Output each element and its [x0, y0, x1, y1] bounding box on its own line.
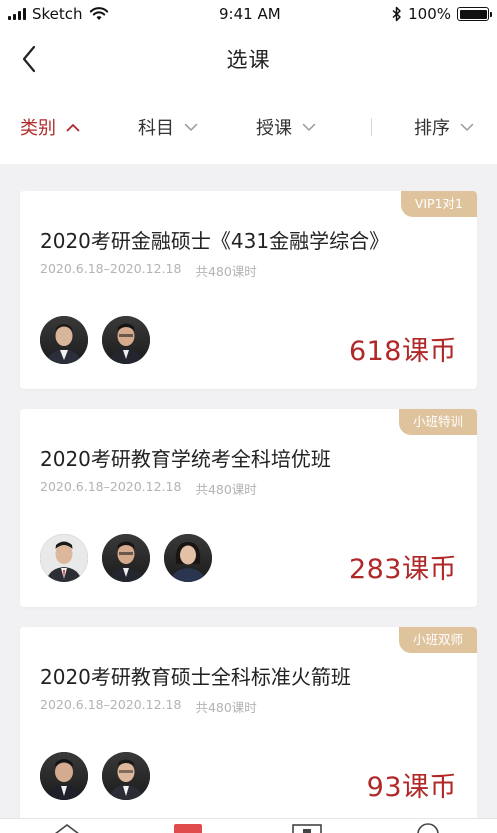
course-tag: 小班特训: [398, 409, 477, 435]
teacher-avatars: [40, 316, 150, 364]
course-card[interactable]: 小班双师 2020考研教育硕士全科标准火箭班 2020.6.18–2020.12…: [20, 627, 477, 825]
filter-label: 授课: [256, 118, 292, 139]
course-hours: 共480课时: [195, 700, 257, 715]
course-dates: 2020.6.18–2020.12.18: [40, 261, 182, 276]
course-meta: 2020.6.18–2020.12.18 共480课时: [40, 697, 257, 716]
filter-sort[interactable]: 排序: [414, 90, 474, 164]
nav-bar: 选课: [0, 28, 497, 90]
course-price: 283课币: [348, 554, 457, 585]
carrier-label: Sketch: [32, 5, 83, 23]
teacher-avatar[interactable]: [40, 752, 88, 800]
teacher-avatar[interactable]: [102, 316, 150, 364]
filter-label: 排序: [414, 118, 450, 139]
filter-divider: [371, 118, 372, 136]
course-hours: 共480课时: [195, 264, 257, 279]
course-meta: 2020.6.18–2020.12.18 共480课时: [40, 479, 257, 498]
course-title: 2020考研教育硕士全科标准火箭班: [40, 665, 351, 689]
study-icon[interactable]: [292, 824, 322, 833]
course-dates: 2020.6.18–2020.12.18: [40, 697, 182, 712]
signal-icon: [8, 8, 26, 20]
bluetooth-icon: [392, 6, 401, 22]
course-title: 2020考研教育学统考全科培优班: [40, 447, 331, 471]
filter-teaching[interactable]: 授课: [256, 90, 316, 164]
chevron-down-icon: [302, 123, 316, 131]
course-price: 93课币: [366, 772, 457, 803]
status-right: 100%: [392, 5, 492, 23]
course-tag: VIP1对1: [400, 191, 477, 217]
filter-label: 类别: [20, 118, 56, 139]
chevron-up-icon: [66, 123, 80, 131]
course-dates: 2020.6.18–2020.12.18: [40, 479, 182, 494]
home-icon[interactable]: [52, 823, 82, 833]
battery-icon: [457, 7, 492, 21]
page-title: 选课: [226, 48, 271, 72]
course-title: 2020考研金融硕士《431金融学综合》: [40, 229, 390, 253]
filter-subject[interactable]: 科目: [138, 90, 198, 164]
teacher-avatar[interactable]: [102, 752, 150, 800]
chevron-down-icon: [184, 123, 198, 131]
profile-icon[interactable]: [414, 823, 442, 833]
wifi-icon: [89, 7, 108, 20]
filter-bar: 类别 科目 授课 排序: [0, 90, 497, 164]
course-card[interactable]: VIP1对1 2020考研金融硕士《431金融学综合》 2020.6.18–20…: [20, 191, 477, 389]
teacher-avatars: [40, 534, 212, 582]
teacher-avatars: [40, 752, 150, 800]
tab-bar: [0, 818, 497, 833]
status-time: 9:41 AM: [219, 5, 281, 23]
course-card[interactable]: 小班特训 2020考研教育学统考全科培优班 2020.6.18–2020.12.…: [20, 409, 477, 607]
teacher-avatar[interactable]: [40, 534, 88, 582]
course-meta: 2020.6.18–2020.12.18 共480课时: [40, 261, 257, 280]
teacher-avatar[interactable]: [102, 534, 150, 582]
course-hours: 共480课时: [195, 482, 257, 497]
status-bar: Sketch 9:41 AM 100%: [0, 0, 497, 28]
teacher-avatar[interactable]: [40, 316, 88, 364]
filter-label: 科目: [138, 118, 174, 139]
course-tag: 小班双师: [398, 627, 477, 653]
chevron-left-icon: [22, 45, 36, 73]
chevron-down-icon: [460, 123, 474, 131]
course-tab-icon[interactable]: [174, 824, 202, 833]
battery-label: 100%: [408, 5, 451, 23]
status-left: Sketch: [8, 5, 109, 23]
teacher-avatar[interactable]: [164, 534, 212, 582]
course-price: 618课币: [348, 336, 457, 367]
filter-category[interactable]: 类别: [20, 90, 80, 164]
back-button[interactable]: [14, 42, 44, 76]
